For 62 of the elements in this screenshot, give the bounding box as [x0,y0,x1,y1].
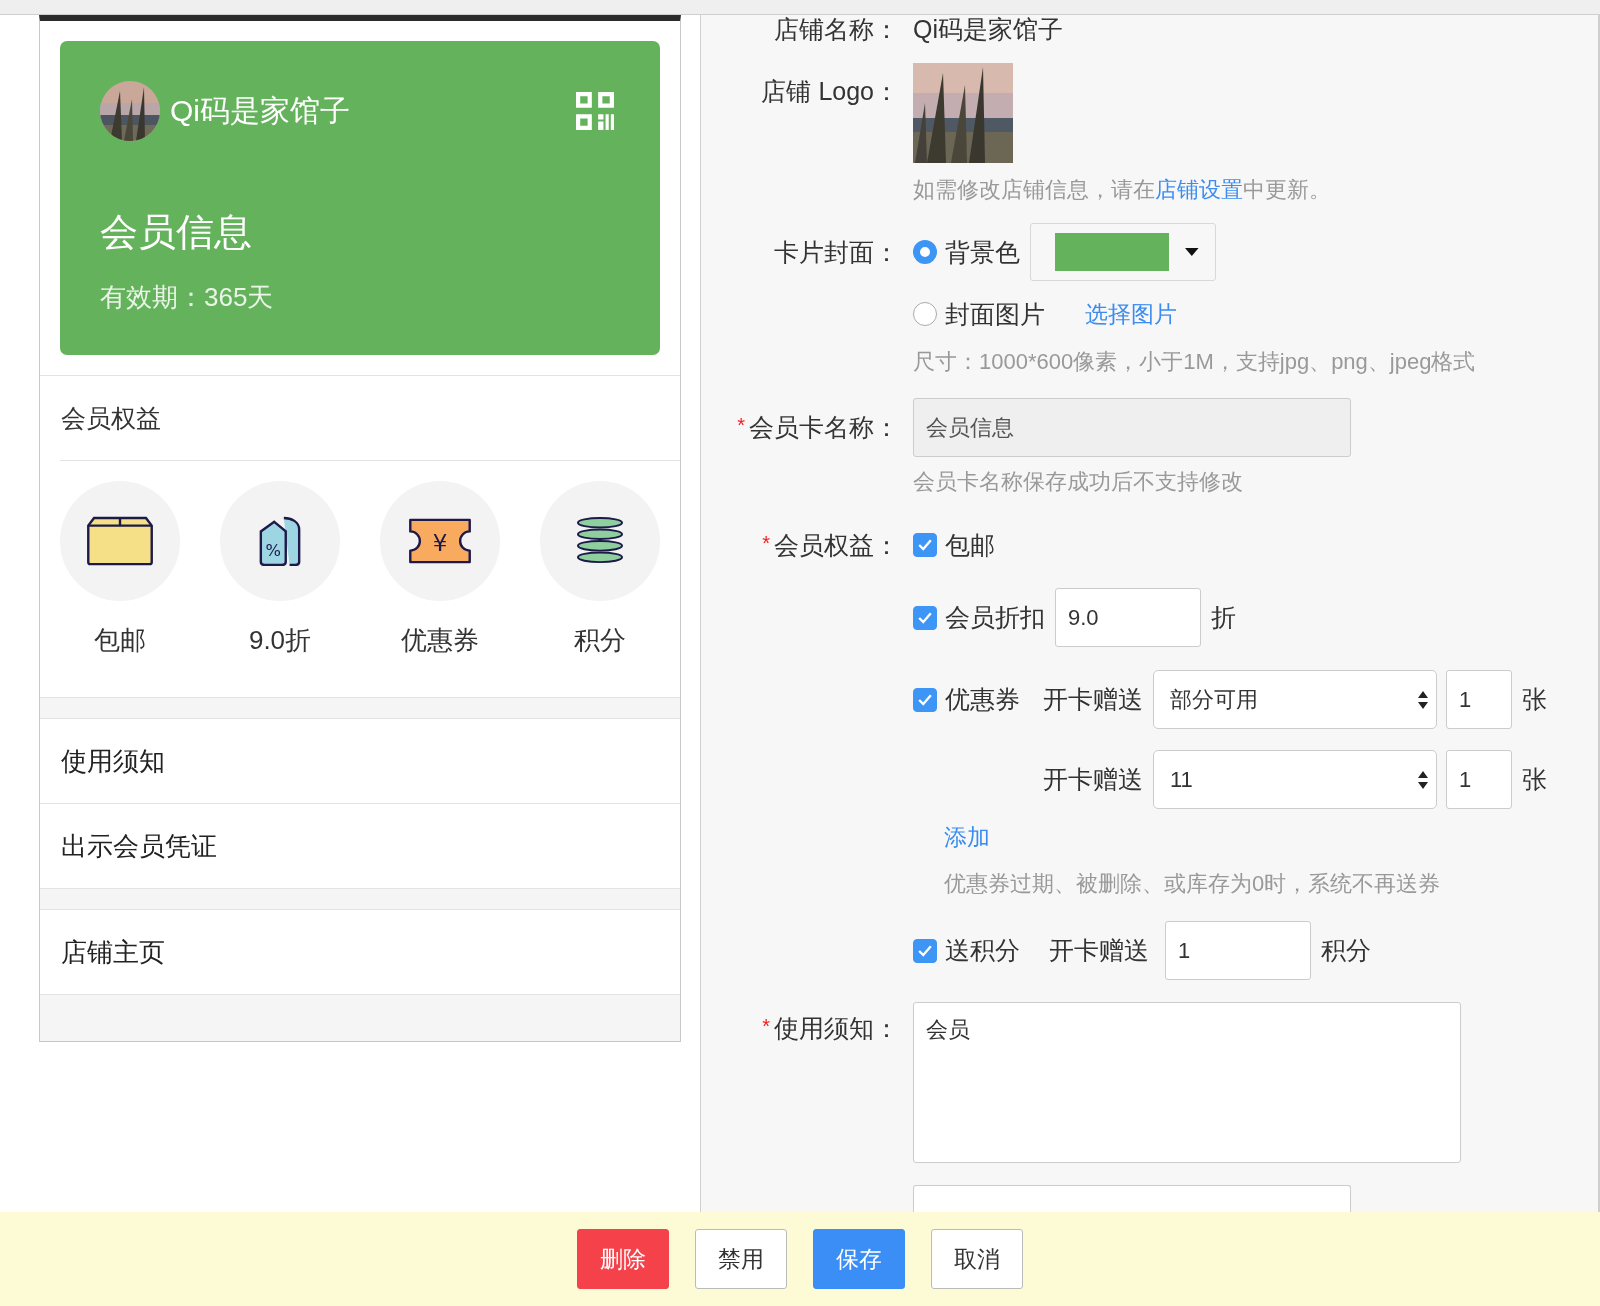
field-label: $^{*}$ 会员权益： [761,529,900,561]
store-name: Qi码是家馆子 [170,92,351,129]
benefit-label: 包邮 [94,624,146,657]
unit-label: 张 [1522,684,1547,715]
store-name-value: Qi码是家馆子 [913,15,1063,43]
color-picker[interactable] [1030,223,1216,281]
field-label: 卡片封面： [773,236,900,268]
benefit-label: 优惠券 [401,624,479,657]
benefit-label: 9.0折 [248,624,312,657]
points-field[interactable]: 1 [1165,921,1311,980]
option-label: 封面图片 [945,298,1045,330]
hint-text: 会员卡名称保存成功后不支持修改 [913,469,1244,495]
field-label: $^{*}$ 使用须知： [761,1013,900,1044]
field-label: $^{*}$ 会员卡名称： [736,412,900,443]
check-icon [918,944,932,957]
action-button[interactable]: 删除 [577,1229,669,1289]
field-label: 店铺 Logo： [760,76,900,107]
checkbox-label: 送积分 [945,935,1021,966]
validity-text: 有效期：365天 [100,281,275,314]
unit-label: 张 [1522,764,1547,795]
checkbox[interactable] [913,533,937,557]
coupon-select[interactable]: 11 [1153,750,1437,809]
coin-stack-icon [575,517,625,565]
field-label: 店铺名称： [773,15,900,43]
discount-field[interactable]: 9.0 [1055,588,1201,647]
check-icon [918,611,932,624]
sort-arrows-icon [1418,690,1428,709]
radio-button[interactable] [913,302,937,326]
quantity-field[interactable]: 1 [1446,750,1512,809]
unit-label: 积分 [1321,935,1371,966]
menu-item[interactable]: 使用须知 [40,718,680,803]
qr-code-icon[interactable] [576,92,614,130]
hint-text: 尺寸：1000*600像素，小于1M，支持jpg、png、jpeg格式 [913,349,1477,375]
coupon-select[interactable]: 部分可用 [1153,670,1437,729]
hint-text: 优惠券过期、被删除、或库存为0时，系统不再送券 [944,871,1442,897]
section-heading: 会员权益 [40,375,680,461]
field-prefix: 开卡赠送 [1049,935,1149,966]
notice-textarea[interactable]: 会员 [913,1002,1461,1163]
input-field[interactable] [913,1185,1351,1212]
checkbox-label: 会员折扣 [945,602,1045,633]
benefit-label: 积分 [574,624,626,657]
option-label: 背景色 [945,236,1020,268]
card-title: 会员信息 [100,210,253,255]
checkbox-label: 优惠券 [945,684,1020,715]
caret-icon [1185,248,1199,256]
hint-text: 如需修改店铺信息，请在店铺设置中更新。 [913,177,1332,203]
check-icon [918,693,932,706]
checkbox[interactable] [913,687,937,712]
checkbox-label: 包邮 [945,529,995,561]
unit-label: 折 [1211,602,1236,633]
radio-button[interactable] [913,240,937,264]
action-button[interactable]: 取消 [931,1229,1023,1289]
checkbox[interactable] [913,605,937,630]
box-icon [86,516,154,566]
field-prefix: 开卡赠送 [1042,684,1144,715]
action-button[interactable]: 禁用 [695,1229,787,1289]
field-prefix: 开卡赠送 [1042,764,1144,795]
checkbox[interactable] [913,938,937,963]
ticket-icon: ¥ [408,518,472,564]
sort-arrows-icon [1418,770,1428,789]
quantity-field[interactable]: 1 [1446,670,1512,729]
check-icon [918,539,932,551]
